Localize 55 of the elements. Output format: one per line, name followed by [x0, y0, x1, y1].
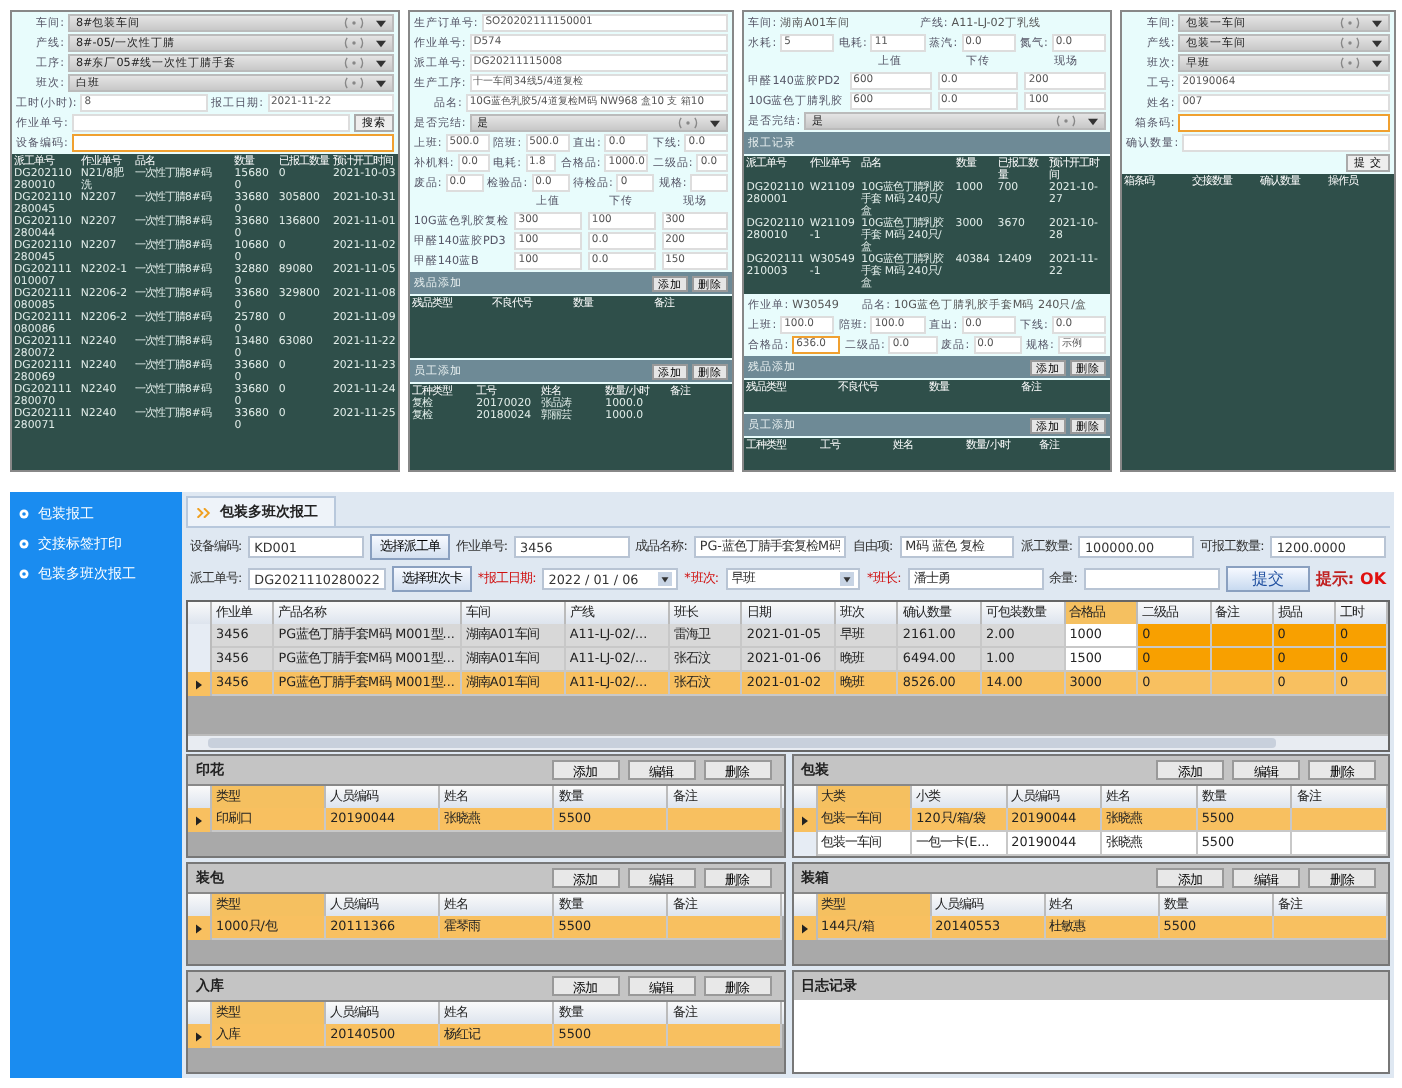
- table-cell: [1211, 648, 1274, 672]
- row-header[interactable]: [793, 808, 817, 832]
- row-header[interactable]: [188, 1024, 212, 1048]
- table-cell: [1292, 808, 1388, 832]
- caret-icon: [1372, 59, 1382, 67]
- caret-icon: [710, 119, 721, 127]
- row-pointer-icon: [801, 923, 807, 933]
- bullet-icon: [18, 568, 30, 580]
- input-field[interactable]: [1178, 114, 1390, 132]
- submit-button[interactable]: 提交: [1225, 566, 1310, 592]
- radio-icon: [341, 16, 366, 30]
- table-cell: [668, 916, 783, 940]
- radio-icon: [1338, 16, 1362, 30]
- row-header[interactable]: [188, 672, 212, 696]
- table-cell: [1211, 672, 1274, 696]
- table-cell: [1211, 624, 1274, 648]
- caret-icon: [1372, 39, 1382, 47]
- table-cell: [668, 1024, 783, 1048]
- double-chevron-icon: [196, 507, 212, 517]
- row-pointer-icon: [801, 815, 807, 825]
- row-header[interactable]: [188, 916, 212, 940]
- caret-icon: [1372, 19, 1382, 27]
- row-pointer-icon: [196, 679, 202, 689]
- radio-icon: [1338, 56, 1362, 70]
- radio-icon: [341, 36, 366, 50]
- table-cell: [668, 808, 783, 832]
- input-field[interactable]: [1083, 568, 1220, 590]
- table-cell: [1273, 916, 1388, 940]
- caret-icon: [375, 39, 386, 47]
- row-header[interactable]: [793, 916, 817, 940]
- caret-icon: [375, 79, 386, 87]
- dropdown-icon: [658, 572, 673, 586]
- table-cell: [1292, 832, 1388, 856]
- row-pointer-icon: [196, 923, 202, 933]
- radio-icon: [341, 76, 366, 90]
- scrollbar[interactable]: [188, 734, 1388, 750]
- radio-icon: [1054, 114, 1079, 128]
- input-field[interactable]: [71, 134, 394, 152]
- bullet-icon: [18, 508, 30, 520]
- caret-icon: [375, 19, 386, 27]
- hint-label: 提示:: [1315, 568, 1355, 590]
- caret-icon: [1088, 117, 1099, 125]
- input-field[interactable]: [71, 114, 350, 132]
- radio-icon: [341, 56, 366, 70]
- row-pointer-icon: [196, 815, 202, 825]
- radio-icon: [676, 116, 701, 130]
- input-field[interactable]: [690, 174, 729, 192]
- dropdown-icon: [840, 572, 855, 586]
- hint-value: OK: [1360, 570, 1387, 588]
- input-field[interactable]: [1182, 134, 1390, 152]
- row-header[interactable]: [188, 808, 212, 832]
- bullet-icon: [18, 538, 30, 550]
- caret-icon: [375, 59, 386, 67]
- row-pointer-icon: [196, 1031, 202, 1041]
- radio-icon: [1338, 36, 1362, 50]
